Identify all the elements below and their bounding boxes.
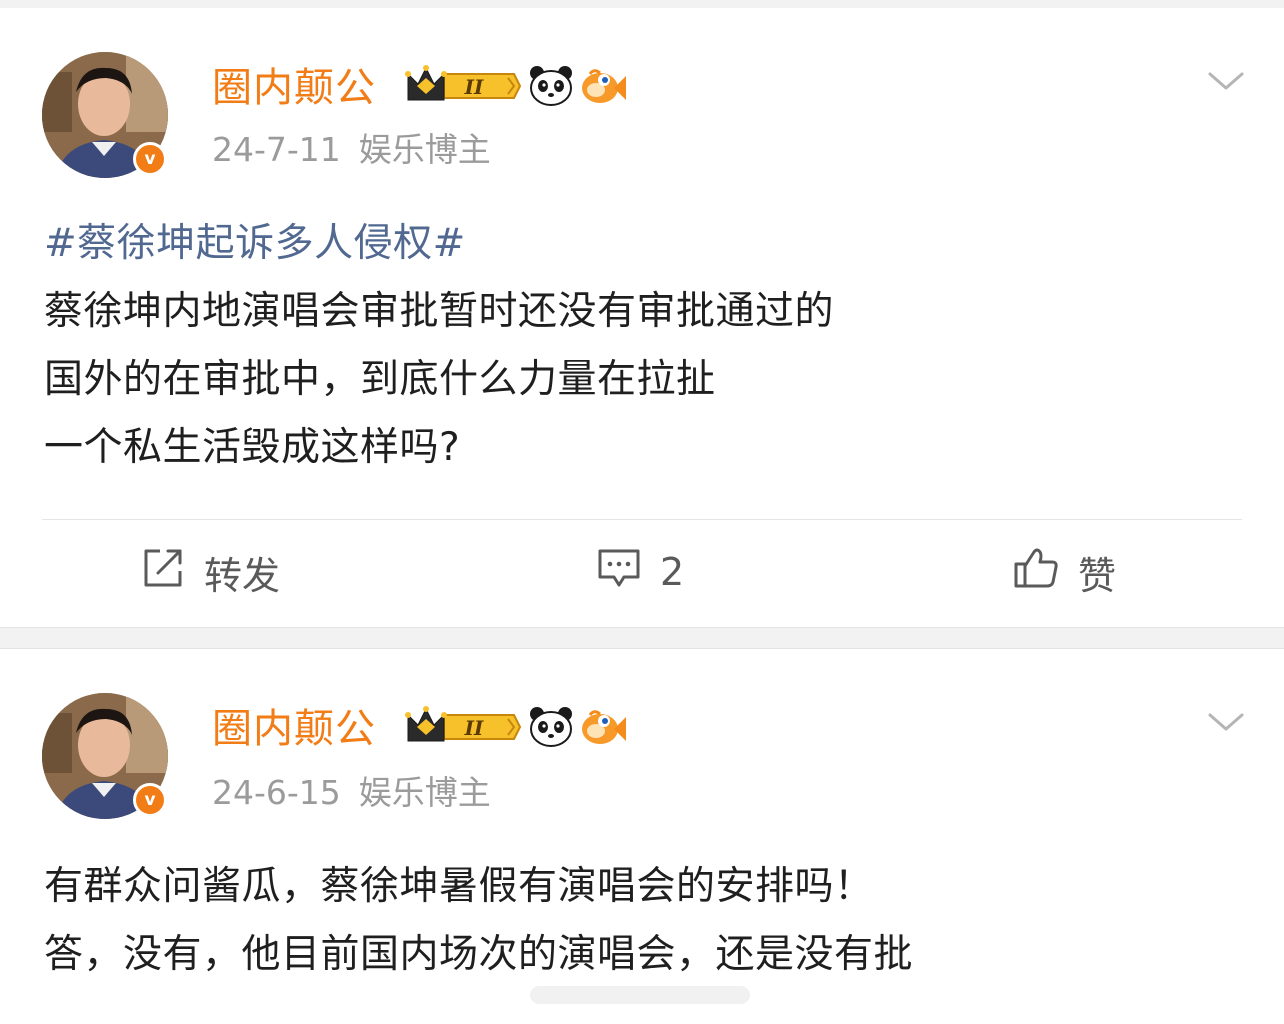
panda-icon[interactable] (528, 705, 574, 753)
avatar[interactable]: v (42, 52, 168, 178)
verified-badge: v (133, 142, 167, 176)
post-text-line: 有群众问酱瓜，蔡徐坤暑假有演唱会的安排吗！ (44, 864, 874, 909)
post-meta: 24-6-15 娱乐博主 (212, 773, 491, 813)
avatar[interactable]: v (42, 693, 168, 819)
user-badges: II (404, 64, 628, 112)
thumbs-up-icon (1012, 544, 1060, 601)
chevron-down-icon[interactable] (1206, 66, 1246, 96)
post-text-line: 答，没有，他目前国内场次的演唱会，还是没有批 (44, 932, 914, 977)
comment-button[interactable]: 2 (596, 548, 684, 596)
post-card: v 圈内颠公 II (0, 8, 1284, 626)
post-text: #蔡徐坤起诉多人侵权# 蔡徐坤内地演唱会审批暂时还没有审批通过的 国外的在审批中… (44, 210, 1244, 482)
comment-count: 2 (660, 550, 685, 594)
post-category: 娱乐博主 (358, 130, 491, 169)
post-text: 有群众问酱瓜，蔡徐坤暑假有演唱会的安排吗！ 答，没有，他目前国内场次的演唱会，还… (44, 853, 1244, 989)
top-spacer (0, 0, 1284, 8)
post-text-line: 一个私生活毁成这样吗? (44, 425, 461, 470)
crown-icon[interactable]: II (404, 705, 522, 753)
hashtag-link[interactable]: #蔡徐坤起诉多人侵权# (44, 221, 466, 266)
post-category: 娱乐博主 (358, 773, 491, 812)
verified-badge: v (133, 783, 167, 817)
svg-text:II: II (464, 716, 484, 740)
post-date: 24-6-15 (212, 773, 341, 812)
like-label: 赞 (1078, 553, 1117, 598)
fish-icon[interactable] (580, 64, 628, 112)
post-meta: 24-7-11 娱乐博主 (212, 130, 491, 170)
post-text-line: 国外的在审批中，到底什么力量在拉扯 (44, 357, 716, 402)
crown-icon[interactable]: II (404, 64, 522, 112)
svg-text:II: II (464, 75, 484, 99)
repost-icon (140, 545, 186, 600)
post-text-line: 蔡徐坤内地演唱会审批暂时还没有审批通过的 (44, 289, 835, 334)
panda-icon[interactable] (528, 64, 574, 112)
divider (42, 519, 1242, 520)
watermark (530, 982, 750, 1008)
chevron-down-icon[interactable] (1206, 707, 1246, 737)
username[interactable]: 圈内颠公 (212, 64, 376, 112)
comment-icon (596, 545, 642, 600)
post-separator (0, 627, 1284, 649)
fish-icon[interactable] (580, 705, 628, 753)
repost-label: 转发 (204, 553, 281, 598)
user-badges: II (404, 705, 628, 753)
repost-button[interactable]: 转发 (140, 548, 280, 598)
post-date: 24-7-11 (212, 130, 341, 169)
username[interactable]: 圈内颠公 (212, 705, 376, 753)
like-button[interactable]: 赞 (1012, 548, 1116, 598)
post-card: v 圈内颠公 II (0, 649, 1284, 1024)
